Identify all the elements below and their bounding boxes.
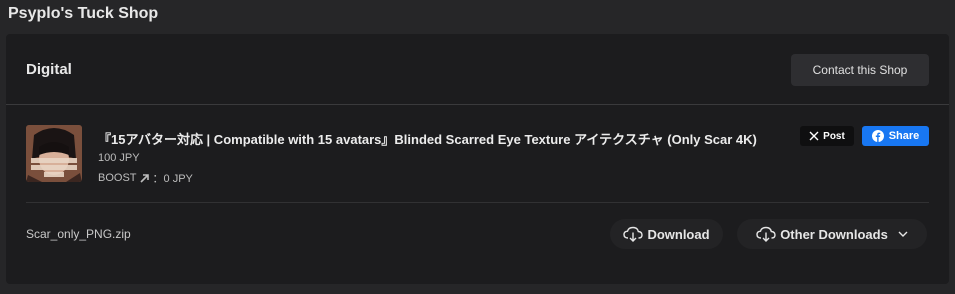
digital-section-card: Digital Contact this Shop 『15アバター対応 | Co…: [6, 34, 949, 284]
share-facebook-button[interactable]: Share: [862, 126, 929, 146]
download-button[interactable]: Download: [610, 219, 723, 249]
section-title: Digital: [26, 61, 72, 78]
shop-title: Psyplo's Tuck Shop: [8, 5, 159, 22]
post-to-x-button[interactable]: Post: [800, 126, 854, 146]
share-label: Share: [888, 130, 920, 142]
boost-arrow-icon: [139, 172, 151, 184]
contact-shop-button[interactable]: Contact this Shop: [791, 54, 929, 86]
facebook-icon: [871, 130, 884, 142]
section-header: Digital Contact this Shop: [6, 34, 949, 105]
product-title[interactable]: 『15アバター対応 | Compatible with 15 avatars』B…: [98, 129, 757, 148]
download-label: Download: [647, 226, 710, 242]
cloud-download-icon: [756, 226, 776, 242]
boost-info: BOOST ：0 JPY: [98, 170, 193, 186]
other-downloads-button[interactable]: Other Downloads: [737, 219, 927, 249]
other-downloads-label: Other Downloads: [780, 226, 888, 242]
file-name: Scar_only_PNG.zip: [26, 227, 131, 241]
post-label: Post: [823, 130, 845, 142]
boost-label: BOOST: [98, 172, 137, 184]
cloud-download-icon: [623, 226, 644, 242]
x-logo-icon: [809, 131, 819, 141]
product-row: 『15アバター対応 | Compatible with 15 avatars』B…: [6, 106, 949, 203]
product-price: 100 JPY: [98, 152, 140, 164]
chevron-down-icon: [898, 231, 908, 237]
product-thumbnail[interactable]: [26, 125, 82, 182]
row-divider: [26, 202, 929, 203]
boost-value: ：0 JPY: [152, 173, 193, 185]
